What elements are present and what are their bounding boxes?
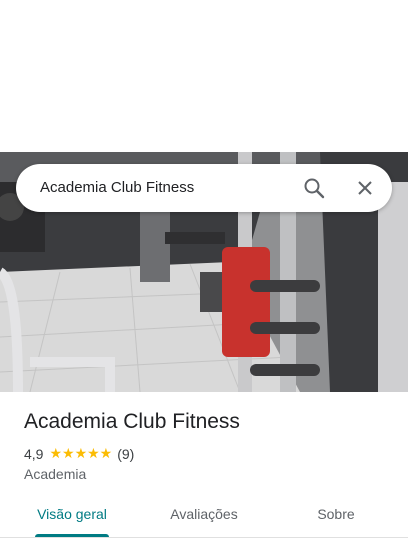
search-bar[interactable]: Academia Club Fitness <box>16 164 392 212</box>
tab-overview-label: Visão geral <box>37 506 107 522</box>
search-icon[interactable] <box>302 176 326 200</box>
tab-about-label: Sobre <box>317 506 355 522</box>
close-icon[interactable] <box>353 176 377 200</box>
tab-reviews-label: Avaliações <box>170 506 238 522</box>
tabs-divider <box>0 537 408 538</box>
tab-about[interactable]: Sobre <box>290 496 382 536</box>
rating-row[interactable]: 4,9 ★★★★★ (9) <box>24 445 134 462</box>
place-name: Academia Club Fitness <box>24 410 240 433</box>
search-query[interactable]: Academia Club Fitness <box>40 179 194 196</box>
tab-bar: Visão geral Avaliações Sobre <box>0 496 408 536</box>
review-count[interactable]: (9) <box>117 446 134 462</box>
rating-value: 4,9 <box>24 445 44 462</box>
star-rating-icon: ★★★★★ <box>49 445 113 461</box>
place-category[interactable]: Academia <box>24 466 86 482</box>
tab-overview[interactable]: Visão geral <box>26 496 118 536</box>
tab-reviews[interactable]: Avaliações <box>158 496 250 536</box>
